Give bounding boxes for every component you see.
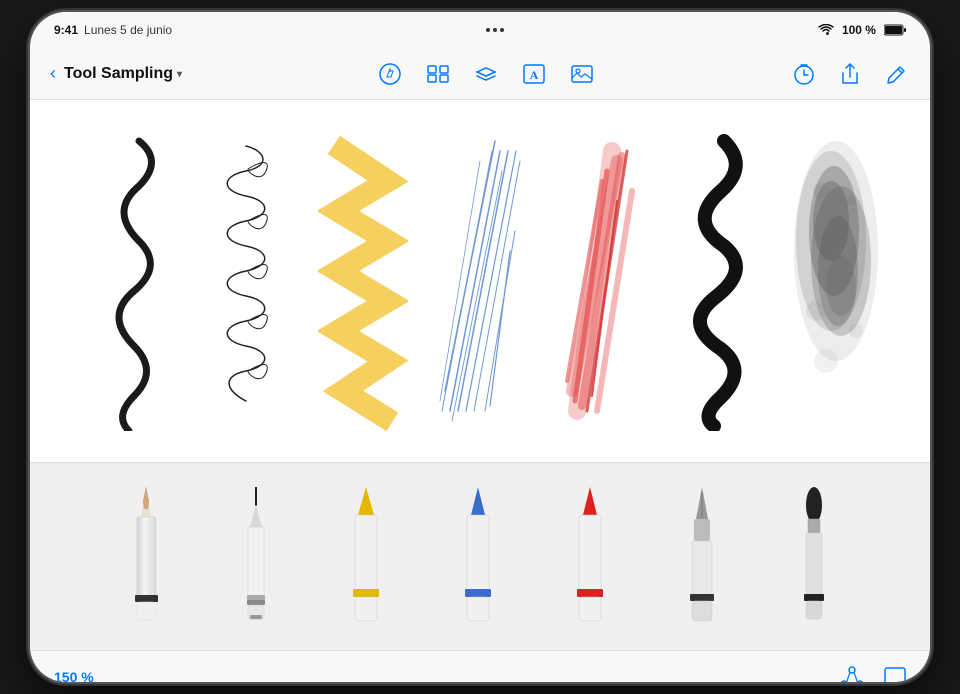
text-format-icon[interactable]: A [520, 60, 548, 88]
tools-panel [30, 462, 930, 650]
bottom-bar: 150 % [30, 650, 930, 682]
frame-icon[interactable] [884, 667, 906, 683]
layers-icon[interactable] [472, 60, 500, 88]
share-icon[interactable] [836, 60, 864, 88]
zoom-level[interactable]: 150 % [54, 669, 94, 683]
status-center-dots [486, 28, 504, 32]
title-dropdown-icon: ▾ [177, 69, 182, 80]
document-title: Tool Sampling [64, 65, 173, 83]
bottom-right-icons [840, 666, 906, 683]
tool-pencil[interactable] [119, 487, 174, 627]
stroke-blue-pencil [425, 131, 535, 431]
toolbar-left: ‹ Tool Sampling ▾ [50, 63, 182, 84]
stroke-fineliner [191, 131, 301, 431]
tool-marker-blue[interactable] [450, 487, 505, 627]
status-bar: 9:41 Lunes 5 de junio 100 % [30, 12, 930, 48]
stroke-red-crayon [542, 131, 652, 431]
status-left: 9:41 Lunes 5 de junio [54, 23, 172, 37]
tool-brush[interactable] [786, 487, 841, 627]
grid-view-icon[interactable] [424, 60, 452, 88]
wifi-icon [818, 24, 834, 36]
battery-icon [884, 24, 906, 36]
image-icon[interactable] [568, 60, 596, 88]
document-title-button[interactable]: Tool Sampling ▾ [64, 65, 182, 83]
stroke-watercolor [776, 131, 886, 431]
tool-fountain-pen[interactable] [674, 487, 729, 627]
toolbar-center: A [376, 60, 596, 88]
time: 9:41 [54, 23, 78, 37]
tool-marker-yellow[interactable] [338, 487, 393, 627]
pencil-tool-icon[interactable] [376, 60, 404, 88]
tool-fineliner[interactable] [231, 487, 281, 627]
toolbar-right [790, 60, 910, 88]
device-frame: 9:41 Lunes 5 de junio 100 % [30, 12, 930, 682]
date: Lunes 5 de junio [84, 23, 172, 37]
canvas-area [30, 100, 930, 462]
stroke-black-pen [74, 131, 184, 431]
back-button[interactable]: ‹ [50, 63, 56, 84]
toolbar: ‹ Tool Sampling ▾ [30, 48, 930, 100]
network-icon[interactable] [840, 666, 864, 683]
svg-text:A: A [530, 68, 539, 82]
edit-icon[interactable] [882, 60, 910, 88]
stroke-black-brush-pen [659, 131, 769, 431]
battery-label: 100 % [842, 23, 876, 37]
back-chevron-icon: ‹ [50, 63, 56, 84]
tool-marker-red[interactable] [562, 487, 617, 627]
stroke-yellow-marker [308, 131, 418, 431]
timer-icon[interactable] [790, 60, 818, 88]
status-right: 100 % [818, 23, 906, 37]
